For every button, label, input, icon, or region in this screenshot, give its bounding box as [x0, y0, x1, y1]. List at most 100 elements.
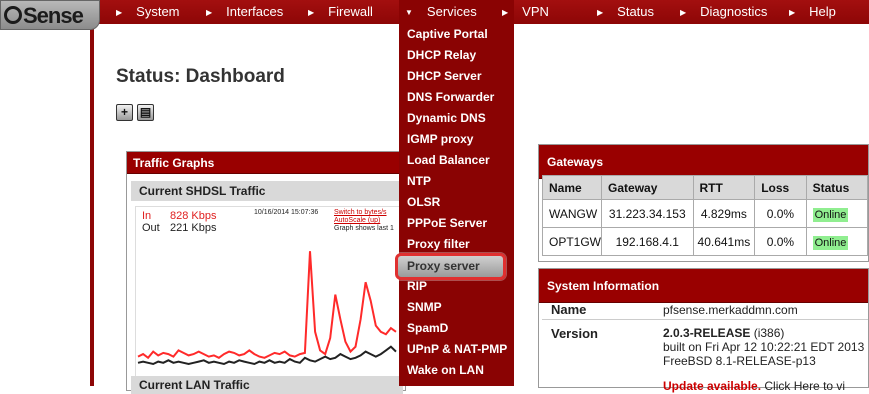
nav-help[interactable]: ▶ Help	[789, 0, 836, 24]
table-row: WANGW 31.223.34.153 4.829ms 0.0% Online	[541, 199, 869, 228]
triangle-right-icon: ▶	[680, 8, 687, 17]
nav-label: Status	[617, 4, 655, 19]
column-header: Gateway	[601, 175, 694, 200]
graph-timestamp: 10/16/2014 15:07:36	[254, 209, 319, 216]
graph-title: Current SHDSL Traffic	[131, 181, 401, 201]
traffic-graphs-panel: Traffic Graphs Current SHDSL Traffic In …	[126, 151, 407, 394]
nav-system[interactable]: ▶ System	[116, 0, 180, 24]
menu-item-pppoe-server[interactable]: PPPoE Server	[407, 213, 487, 234]
status-badge: Online	[812, 235, 849, 250]
add-widget-button[interactable]: +	[116, 104, 133, 121]
column-header: RTT	[692, 175, 756, 200]
graph-note: Graph shows last 1	[334, 225, 394, 232]
graph-title: Current LAN Traffic	[131, 376, 403, 394]
graph-in-value: 828 Kbps	[170, 210, 217, 222]
update-available-link[interactable]: Update available. Click Here to vi	[663, 379, 845, 393]
gateway-status: Online	[805, 199, 869, 228]
menu-item-upnp-nat-pmp[interactable]: UPnP & NAT-PMP	[407, 339, 507, 360]
menu-item-dynamic-dns[interactable]: Dynamic DNS	[407, 108, 486, 129]
triangle-right-icon: ▶	[597, 8, 604, 17]
gateway-loss: 0.0%	[754, 227, 807, 256]
nav-interfaces[interactable]: ▶ Interfaces	[206, 0, 283, 24]
menu-item-load-balancer[interactable]: Load Balancer	[407, 150, 490, 171]
name-label: Name	[551, 302, 587, 317]
column-header: Name	[541, 175, 603, 200]
menu-item-dhcp-relay[interactable]: DHCP Relay	[407, 45, 476, 66]
triangle-right-icon: ▶	[116, 8, 123, 17]
table-row: OPT1GW 192.168.4.1 40.641ms 0.0% Online	[541, 227, 869, 256]
panel-title: Gateways	[539, 145, 868, 179]
nav-label: Services	[426, 4, 477, 19]
graph-out-label: Out	[142, 222, 160, 234]
status-badge: Online	[812, 207, 849, 222]
column-header: Loss	[754, 175, 807, 200]
menu-item-proxy-filter[interactable]: Proxy filter	[407, 234, 470, 255]
version-label: Version	[551, 326, 598, 341]
gateway-loss: 0.0%	[754, 199, 807, 228]
version-value: 2.0.3-RELEASE (i386)	[663, 326, 784, 340]
triangle-down-icon: ▼	[405, 8, 413, 17]
gateway-address: 31.223.34.153	[601, 199, 694, 228]
gateway-rtt: 4.829ms	[692, 199, 756, 228]
menu-item-snmp[interactable]: SNMP	[407, 297, 442, 318]
triangle-right-icon: ▶	[308, 8, 315, 17]
switch-units-link[interactable]: Switch to bytes/s	[334, 209, 387, 216]
version-os: FreeBSD 8.1-RELEASE-p13	[663, 354, 816, 368]
gateways-table: Name Gateway RTT Loss Status WANGW 31.22…	[541, 175, 869, 256]
hostname-value: pfsense.merkaddmn.com	[663, 303, 798, 317]
nav-label: Diagnostics	[700, 4, 768, 19]
system-information-panel: System Information Name pfsense.merkaddm…	[538, 268, 869, 393]
version-arch: (i386)	[753, 326, 785, 340]
nav-vpn[interactable]: ▶ VPN	[502, 0, 549, 24]
divider	[542, 319, 868, 320]
nav-firewall[interactable]: ▶ Firewall	[308, 0, 373, 24]
gateway-address: 192.168.4.1	[601, 227, 694, 256]
nav-label: VPN	[522, 4, 549, 19]
nav-label: Firewall	[328, 4, 373, 19]
gateways-panel: Gateways Name Gateway RTT Loss Status WA…	[538, 144, 869, 262]
triangle-right-icon: ▶	[502, 8, 509, 17]
top-nav-bar: ▶ System ▶ Interfaces ▶ Firewall ▼ Services …	[0, 0, 869, 24]
traffic-out-line	[137, 345, 397, 366]
nav-diagnostics[interactable]: ▶ Diagnostics	[680, 0, 767, 24]
column-header: Status	[805, 175, 869, 200]
update-rest: Click Here to vi	[764, 379, 846, 393]
disk-icon: ▤	[139, 105, 152, 119]
autoscale-link[interactable]: AutoScale (up)	[334, 217, 380, 224]
graph-in-label: In	[142, 210, 152, 222]
menu-item-olsr[interactable]: OLSR	[407, 192, 440, 213]
menu-item-wake-on-lan[interactable]: Wake on LAN	[407, 360, 484, 381]
traffic-in-line	[137, 251, 397, 360]
plus-icon: +	[120, 105, 128, 119]
triangle-right-icon: ▶	[206, 8, 213, 17]
nav-label: Interfaces	[226, 4, 284, 19]
menu-item-spamd[interactable]: SpamD	[407, 318, 448, 339]
nav-label: System	[136, 4, 180, 19]
traffic-graph: In 828 Kbps Out 221 Kbps 10/16/2014 15:0…	[135, 206, 407, 378]
gateway-name: WANGW	[541, 199, 603, 228]
table-header-row: Name Gateway RTT Loss Status	[541, 175, 869, 200]
menu-item-captive-portal[interactable]: Captive Portal	[407, 24, 488, 45]
nav-services[interactable]: ▼ Services	[399, 0, 514, 24]
gateway-rtt: 40.641ms	[692, 227, 756, 256]
nav-label: Help	[809, 4, 836, 19]
graph-out-value: 221 Kbps	[170, 222, 217, 234]
pfsense-logo[interactable]: Sense	[0, 0, 100, 30]
version-built: built on Fri Apr 12 10:22:21 EDT 2013	[663, 340, 865, 354]
gateway-status: Online	[805, 227, 869, 256]
menu-item-ntp[interactable]: NTP	[407, 171, 431, 192]
menu-item-dhcp-server[interactable]: DHCP Server	[407, 66, 481, 87]
page-title: Status: Dashboard	[116, 66, 285, 87]
menu-item-proxy-server[interactable]: Proxy server	[407, 256, 480, 277]
menu-item-dns-forwarder[interactable]: DNS Forwarder	[407, 87, 494, 108]
logo-mark-icon	[4, 6, 22, 24]
save-layout-button[interactable]: ▤	[137, 104, 154, 121]
menu-item-igmp-proxy[interactable]: IGMP proxy	[407, 129, 473, 150]
nav-status[interactable]: ▶ Status	[597, 0, 654, 24]
services-dropdown-menu: Captive Portal DHCP Relay DHCP Server DN…	[399, 24, 514, 386]
panel-title: System Information	[539, 269, 868, 303]
panel-title: Traffic Graphs	[127, 152, 405, 174]
triangle-right-icon: ▶	[789, 8, 796, 17]
logo-text: Sense	[23, 3, 84, 28]
gateway-name: OPT1GW	[541, 227, 603, 256]
